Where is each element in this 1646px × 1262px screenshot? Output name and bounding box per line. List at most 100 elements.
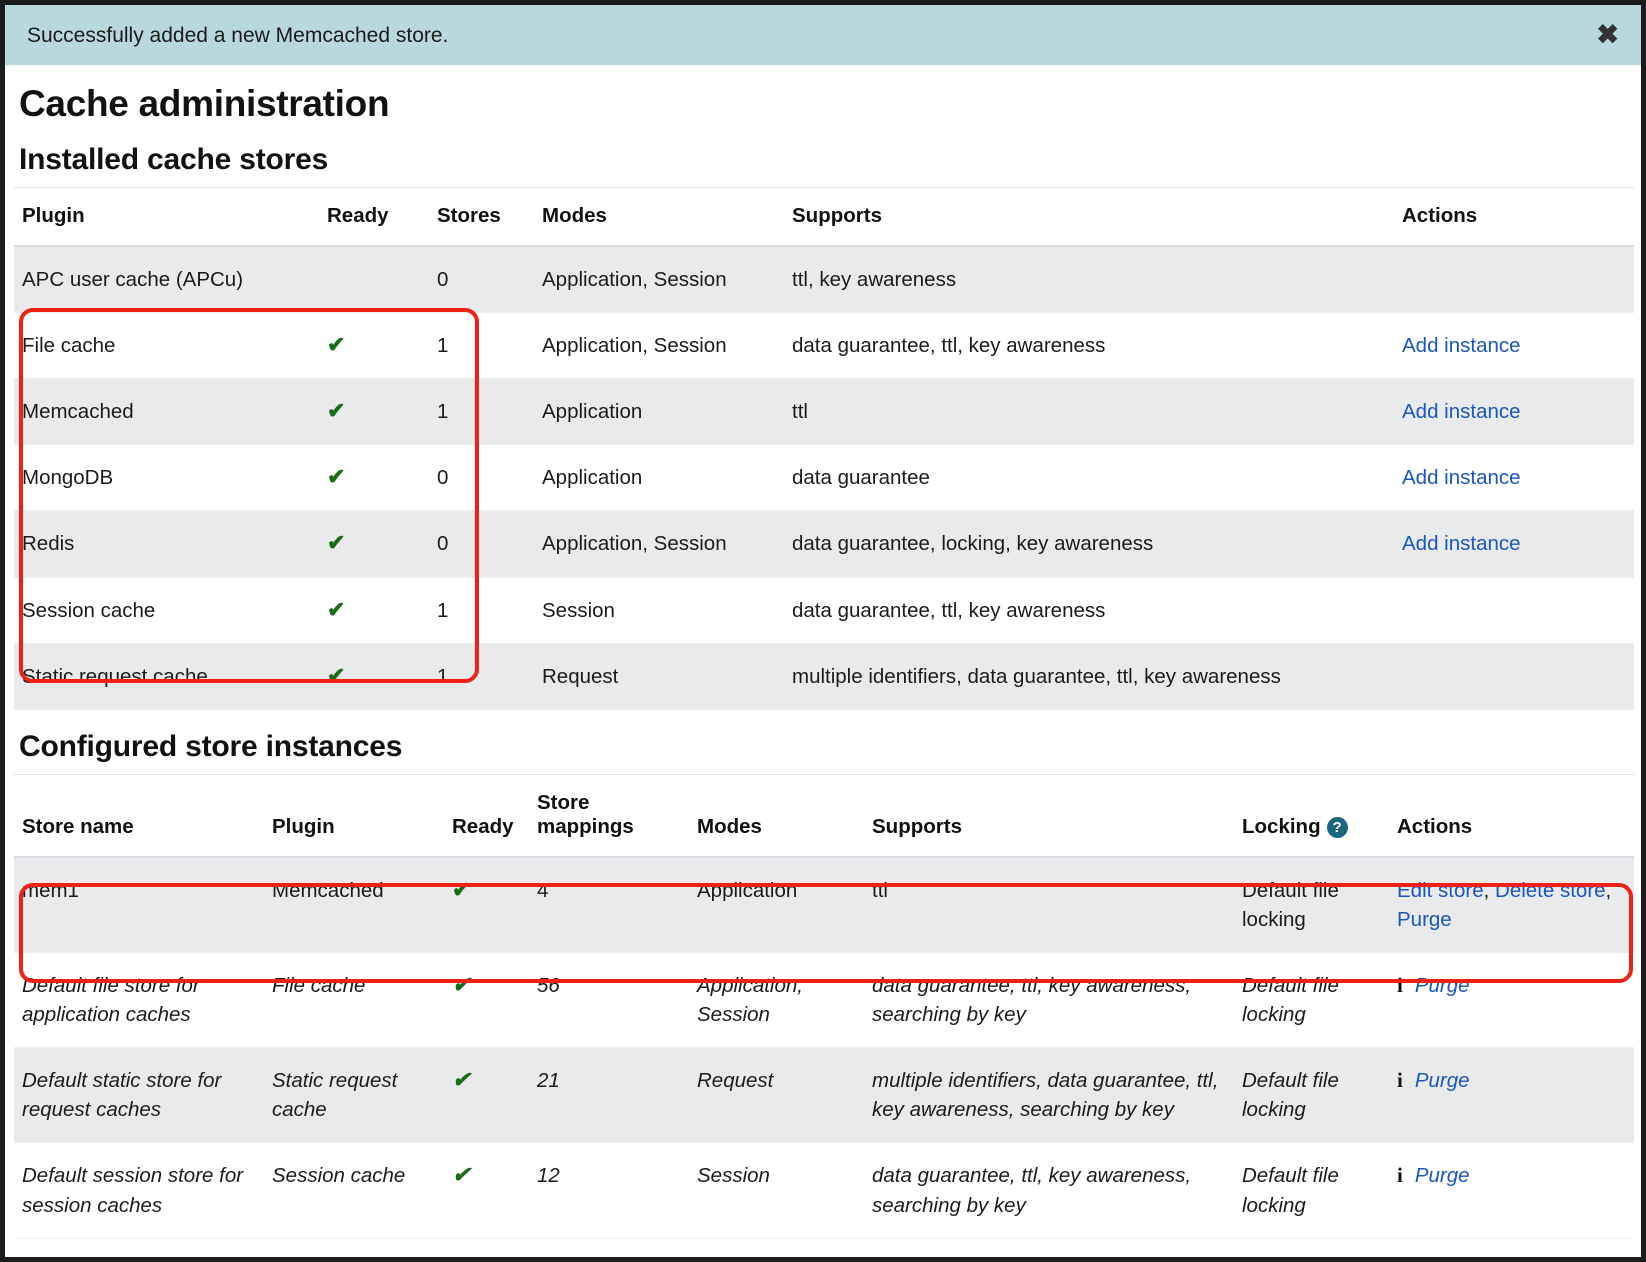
col-ready: Ready [319,187,429,247]
cell-actions: i Purge [1389,1142,1634,1239]
cell-ready: ✔ [444,1047,529,1144]
cell-modes: Session [534,577,784,644]
cell-plugin: File cache [14,312,319,380]
cell-store-mappings: 4 [529,856,689,953]
configured-table-header-row: Store name Plugin Ready Store mappings M… [14,774,1634,858]
help-icon[interactable]: ? [1326,816,1348,838]
purge-link[interactable]: Purge [1415,1164,1470,1187]
cell-ready: ✔ [444,1142,529,1239]
success-alert: Successfully added a new Memcached store… [5,5,1641,65]
installed-table-header-row: Plugin Ready Stores Modes Supports Actio… [14,187,1634,247]
cell-actions: Add instance [1394,444,1634,512]
col-actions: Actions [1394,187,1634,247]
delete-store-link[interactable]: Delete store [1495,879,1606,902]
cell-ready: ✔ [319,577,429,644]
table-row: Default file store for application cache… [14,952,1634,1049]
cell-stores: 0 [429,444,534,512]
add-instance-link[interactable]: Add instance [1402,532,1521,555]
col-store-name: Store name [14,774,264,858]
cell-supports: multiple identifiers, data guarantee, tt… [864,1047,1234,1144]
cell-ready: ✔ [319,510,429,578]
cell-locking: Default file locking [1234,1142,1389,1239]
purge-link[interactable]: Purge [1415,974,1470,997]
cell-modes: Application [534,444,784,512]
cell-actions: Add instance [1394,510,1634,578]
cell-ready [319,246,429,314]
edit-store-link[interactable]: Edit store [1397,879,1484,902]
cell-supports: multiple identifiers, data guarantee, tt… [784,643,1394,710]
check-icon: ✔ [327,596,346,622]
col-plugin: Plugin [264,774,444,858]
check-icon: ✔ [327,464,346,490]
col-supports: Supports [784,187,1394,247]
check-icon: ✔ [452,876,471,902]
table-row: Default session store for session caches… [14,1142,1634,1239]
col-locking-label: Locking [1242,814,1321,838]
cell-supports: data guarantee [784,444,1394,512]
close-icon[interactable]: ✖ [1596,21,1619,49]
cell-actions: i Purge [1389,952,1634,1049]
cell-ready: ✔ [319,312,429,380]
cell-plugin: Memcached [14,378,319,446]
cell-stores: 1 [429,312,534,380]
cell-plugin: Session cache [14,577,319,644]
table-row: Static request cache ✔ 1 Request multiple id… [14,643,1634,710]
cell-stores: 1 [429,378,534,446]
cell-actions [1394,246,1634,314]
installed-stores-heading: Installed cache stores [19,143,329,176]
cell-modes: Application, Session [689,952,864,1049]
add-instance-link[interactable]: Add instance [1402,400,1521,423]
table-row: APC user cache (APCu) 0 Application, Sessi… [14,246,1634,314]
cell-locking: Default file locking [1234,952,1389,1049]
cell-store-name: Default session store for session caches [14,1142,264,1239]
col-store-mappings-line2: mappings [537,814,634,838]
cell-modes: Application, Session [534,246,784,314]
check-icon: ✔ [452,1067,471,1093]
cell-ready: ✔ [444,856,529,953]
check-icon: ✔ [327,530,346,556]
info-icon[interactable]: i [1397,1068,1403,1092]
cell-actions: Add instance [1394,312,1634,380]
cell-modes: Application [689,856,864,953]
check-icon: ✔ [327,398,346,424]
cell-modes: Session [689,1142,864,1239]
cell-supports: ttl [784,378,1394,446]
add-instance-link[interactable]: Add instance [1402,334,1521,357]
cell-plugin: Redis [14,510,319,578]
purge-link[interactable]: Purge [1397,908,1452,931]
table-row: Session cache ✔ 1 Session data guarantee, tt… [14,577,1634,644]
info-icon[interactable]: i [1397,1163,1403,1187]
col-store-mappings-line1: Store [537,790,590,814]
cell-store-mappings: 56 [529,952,689,1049]
cell-actions: Edit store, Delete store, Purge [1389,856,1634,953]
table-row: mem1 Memcached ✔ 4 Application ttl Default fil… [14,856,1634,953]
check-icon: ✔ [452,1162,471,1188]
cell-plugin: Static request cache [264,1047,444,1144]
col-supports: Supports [864,774,1234,858]
table-row: File cache ✔ 1 Application, Session data gua… [14,312,1634,380]
cell-ready: ✔ [319,643,429,710]
configured-instances-heading: Configured store instances [19,729,403,763]
add-instance-link[interactable]: Add instance [1402,466,1521,489]
cell-store-name: Default static store for request caches [14,1047,264,1144]
table-row: Redis ✔ 0 Application, Session data guarante… [14,510,1634,578]
col-stores: Stores [429,187,534,247]
cell-store-mappings: 12 [529,1142,689,1239]
cell-plugin: Session cache [264,1142,444,1239]
cell-supports: data guarantee, ttl, key awareness, sear… [864,952,1234,1049]
info-icon[interactable]: i [1397,973,1403,997]
col-ready: Ready [444,774,529,858]
cell-supports: ttl [864,856,1234,953]
purge-link[interactable]: Purge [1415,1069,1470,1092]
cell-modes: Application, Session [534,312,784,380]
cell-store-name: Default file store for application cache… [14,952,264,1049]
cell-actions [1394,577,1634,644]
col-store-mappings: Store mappings [529,774,689,858]
check-icon: ✔ [327,662,346,688]
success-alert-message: Successfully added a new Memcached store… [27,23,449,47]
cell-plugin: MongoDB [14,444,319,512]
cell-plugin: Memcached [264,856,444,953]
table-row: Default static store for request caches S… [14,1047,1634,1144]
screenshot-frame: Successfully added a new Memcached store… [0,0,1646,1262]
cell-ready: ✔ [444,952,529,1049]
